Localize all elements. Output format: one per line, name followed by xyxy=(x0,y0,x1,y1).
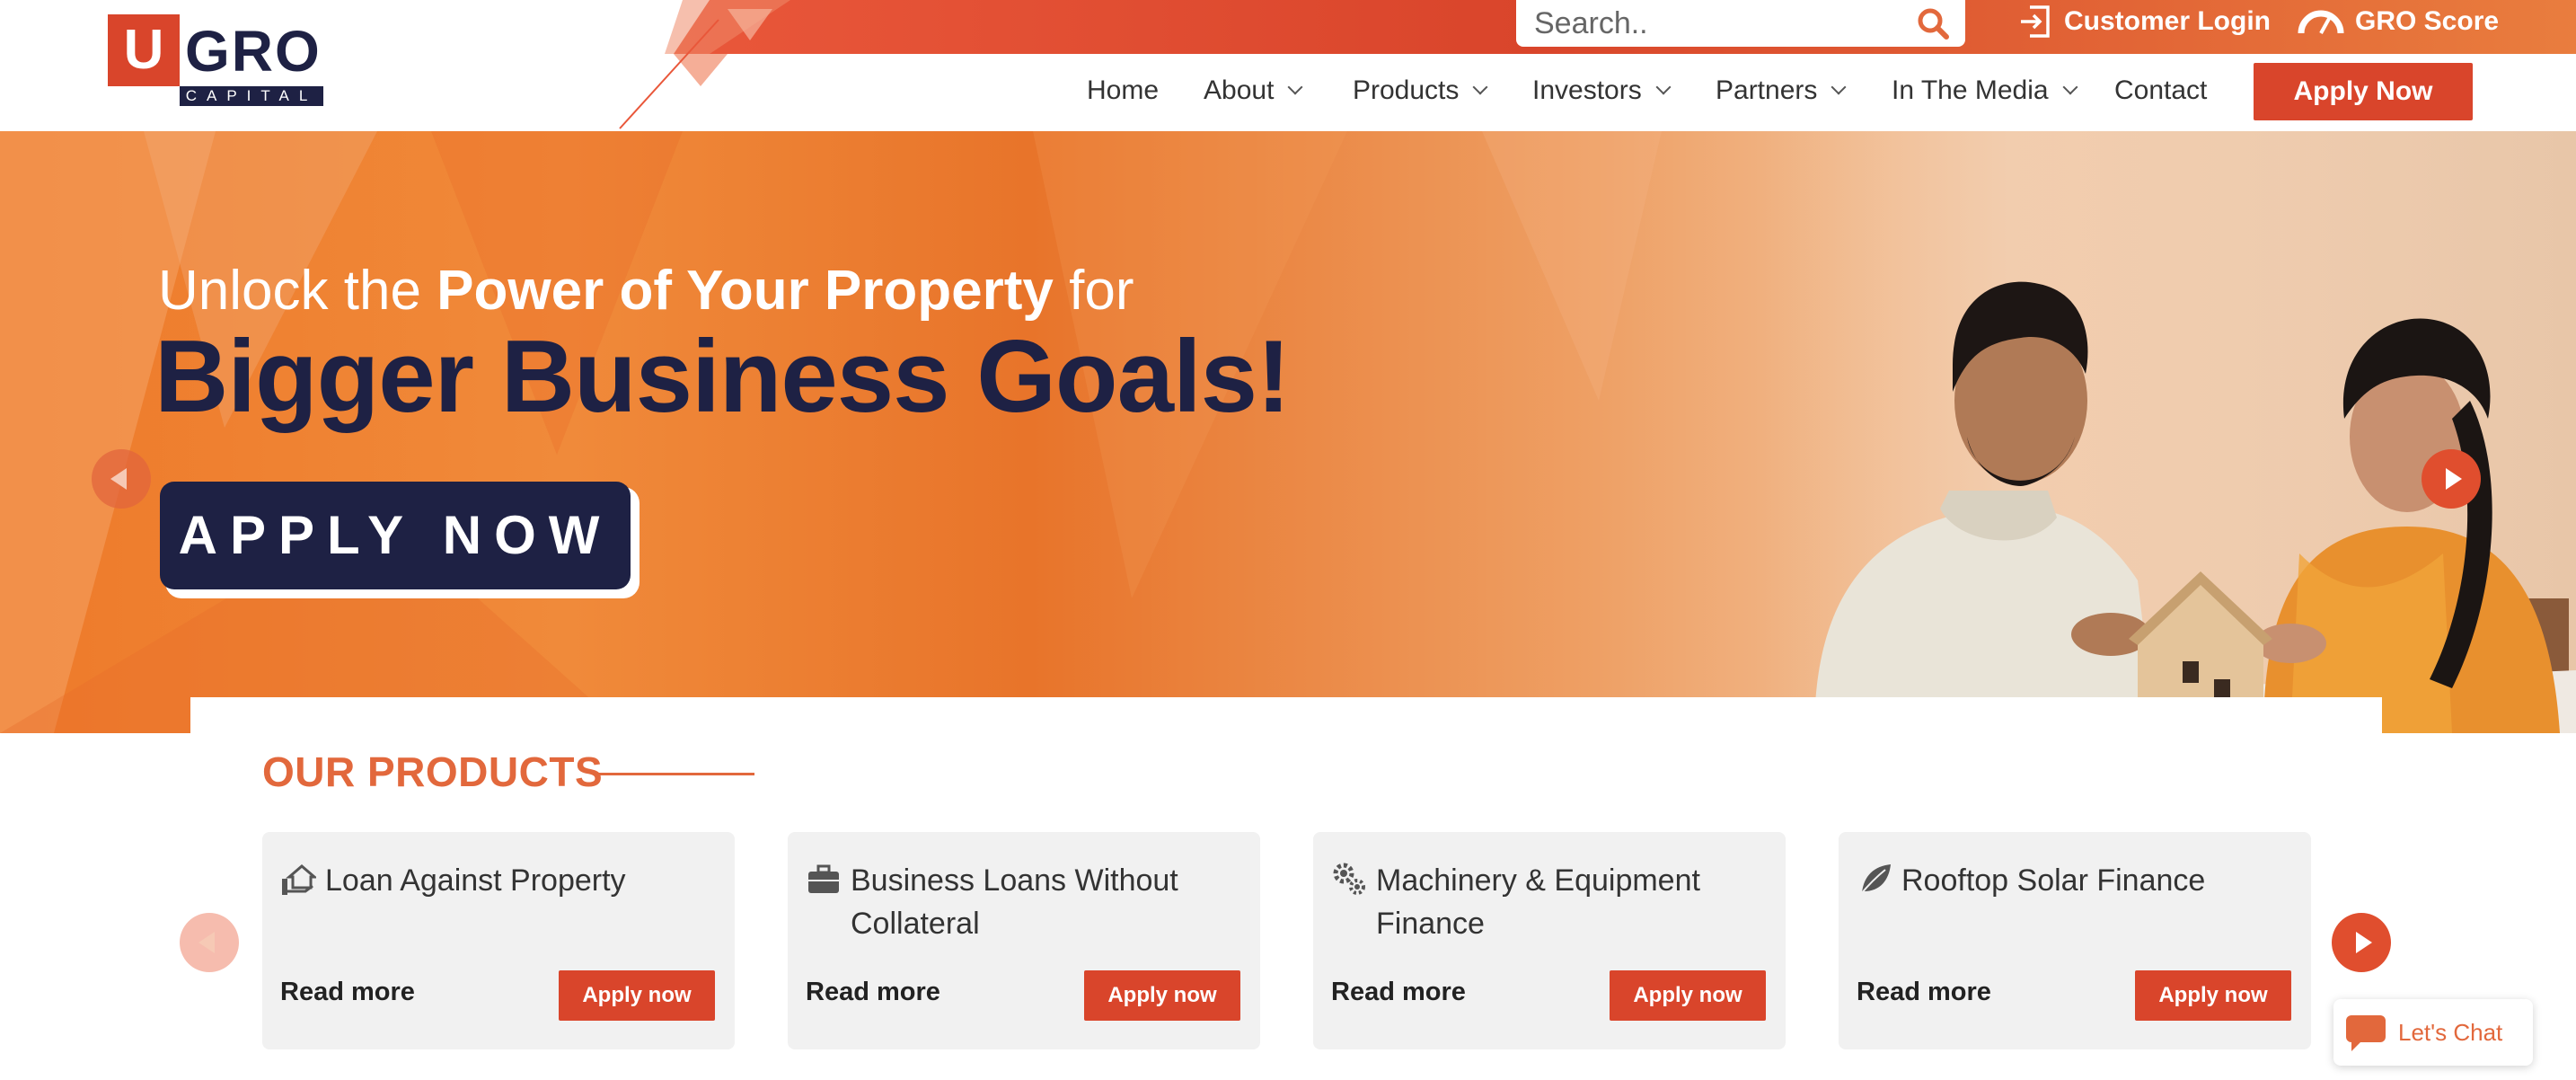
nav-media-label: In The Media xyxy=(1892,75,2049,105)
hero-heading: Bigger Business Goals! xyxy=(154,320,1291,434)
products-title: OUR PRODUCTS xyxy=(262,748,604,795)
apply-now-button[interactable]: Apply now xyxy=(1610,970,1766,1021)
arrow-left-icon xyxy=(198,932,215,953)
nav-home[interactable]: Home xyxy=(1087,75,1159,106)
nav-contact[interactable]: Contact xyxy=(2114,75,2207,106)
product-card-title: Business Loans Without Collateral xyxy=(851,863,1178,941)
chat-label: Let's Chat xyxy=(2398,1019,2503,1046)
hero-subheading: Unlock the Power of Your Property for xyxy=(158,259,1134,323)
product-card-business-loan: Business Loans Without Collateral Read m… xyxy=(788,832,1260,1049)
arrow-left-icon xyxy=(110,468,127,490)
product-card-machinery: Machinery & Equipment Finance Read more … xyxy=(1313,832,1786,1049)
products-next-button[interactable] xyxy=(2332,913,2391,972)
apply-now-button[interactable]: Apply now xyxy=(2135,970,2291,1021)
nav-contact-label: Contact xyxy=(2114,75,2208,105)
leaf-icon xyxy=(1859,864,1891,896)
nav-about[interactable]: About xyxy=(1204,75,1303,106)
title-divider xyxy=(593,773,754,775)
read-more-link[interactable]: Read more xyxy=(280,978,415,1007)
nav-products[interactable]: Products xyxy=(1353,75,1488,106)
search-input[interactable] xyxy=(1534,4,1893,43)
nav-investors-label: Investors xyxy=(1532,75,1642,105)
hero-line1-post: for xyxy=(1069,260,1134,322)
product-card-title: Loan Against Property xyxy=(325,863,626,898)
apply-now-button[interactable]: Apply Now xyxy=(2254,63,2473,120)
hero-line1-pre: Unlock the xyxy=(158,260,421,322)
gears-icon xyxy=(1333,863,1365,895)
logo-subtitle: CAPITAL xyxy=(180,86,323,106)
gauge-icon xyxy=(2298,10,2344,34)
house-hand-icon xyxy=(282,864,316,895)
hero-line1-bold: Power of Your Property xyxy=(437,260,1054,322)
read-more-link[interactable]: Read more xyxy=(806,978,940,1007)
nav-investors[interactable]: Investors xyxy=(1532,75,1672,106)
chevron-down-icon xyxy=(2062,79,2078,95)
ugro-logo[interactable]: U GRO CAPITAL xyxy=(108,14,323,108)
chat-widget[interactable]: Let's Chat xyxy=(2333,999,2533,1066)
apply-now-button[interactable]: Apply now xyxy=(1084,970,1240,1021)
read-more-link[interactable]: Read more xyxy=(1331,978,1466,1007)
chevron-down-icon xyxy=(1287,79,1303,95)
hero-people-image xyxy=(1760,131,2576,733)
chat-bubble-icon xyxy=(2346,1015,2386,1051)
login-icon xyxy=(2021,5,2050,38)
logo-letter: U xyxy=(108,14,180,86)
gro-score-label: GRO Score xyxy=(2355,6,2500,36)
product-card-title: Machinery & Equipment Finance xyxy=(1376,863,1700,941)
product-card-lap: Loan Against Property Read more Apply no… xyxy=(262,832,735,1049)
logo-word: GRO xyxy=(185,19,322,84)
nav-about-label: About xyxy=(1204,75,1275,105)
nav-partners[interactable]: Partners xyxy=(1716,75,1847,106)
read-more-link[interactable]: Read more xyxy=(1857,978,1991,1007)
search-icon[interactable] xyxy=(1915,5,1951,41)
hero-prev-button[interactable] xyxy=(92,449,151,509)
product-card-solar: Rooftop Solar Finance Read more Apply no… xyxy=(1839,832,2311,1049)
hero-apply-now-button[interactable]: APPLY NOW xyxy=(160,482,631,589)
search-bar xyxy=(1516,0,1965,47)
hero-next-button[interactable] xyxy=(2422,449,2481,509)
briefcase-icon xyxy=(808,864,839,893)
nav-products-label: Products xyxy=(1353,75,1460,105)
customer-login-label: Customer Login xyxy=(2064,6,2271,36)
products-prev-button[interactable] xyxy=(180,913,239,972)
site-header: U GRO CAPITAL Customer Login GRO Score H… xyxy=(0,0,2576,131)
nav-media[interactable]: In The Media xyxy=(1892,75,2078,106)
gro-score-link[interactable]: GRO Score xyxy=(2298,4,2499,40)
nav-partners-label: Partners xyxy=(1716,75,1818,105)
chevron-down-icon xyxy=(1831,79,1847,95)
chevron-down-icon xyxy=(1472,79,1488,95)
customer-login-link[interactable]: Customer Login xyxy=(2017,4,2271,40)
product-card-title: Rooftop Solar Finance xyxy=(1901,863,2206,898)
arrow-right-icon xyxy=(2356,932,2372,953)
chevron-down-icon xyxy=(1655,79,1672,95)
nav-home-label: Home xyxy=(1087,75,1160,105)
apply-now-button[interactable]: Apply now xyxy=(559,970,715,1021)
arrow-right-icon xyxy=(2446,468,2462,490)
hero-banner: Unlock the Power of Your Property for Bi… xyxy=(0,131,2576,733)
